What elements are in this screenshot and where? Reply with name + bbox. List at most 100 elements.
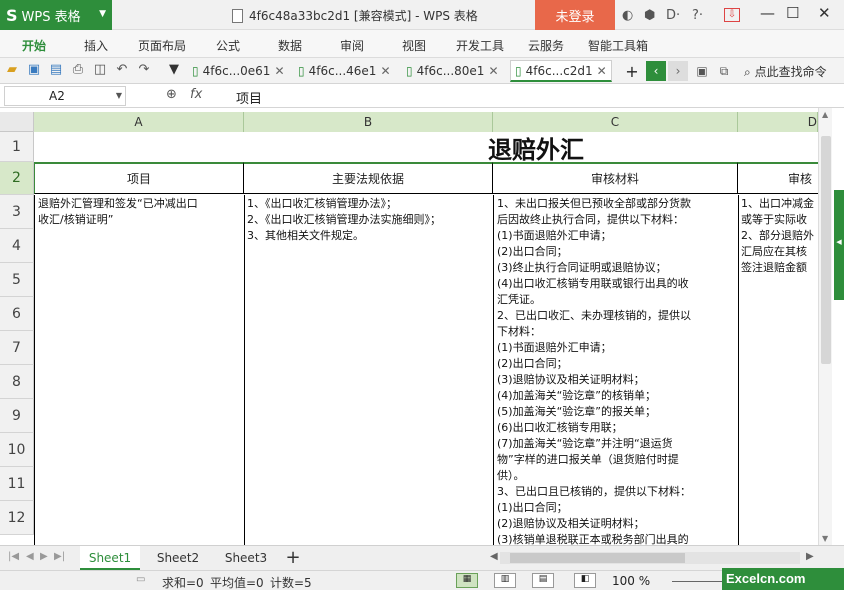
minimize-button[interactable]: — bbox=[760, 4, 775, 22]
row-header[interactable]: 5 bbox=[0, 263, 34, 297]
name-box[interactable]: A2 ▼ bbox=[4, 86, 126, 106]
row-header[interactable]: 11 bbox=[0, 467, 34, 501]
new-tab-icon[interactable]: + bbox=[622, 61, 642, 81]
fx-icon[interactable]: fx bbox=[190, 87, 202, 102]
chevron-left-icon[interactable]: ‹ bbox=[646, 61, 666, 81]
sheet-tab-3[interactable]: Sheet3 bbox=[216, 546, 276, 570]
column-header-b[interactable]: B bbox=[244, 112, 493, 132]
row-header[interactable]: 9 bbox=[0, 399, 34, 433]
close-icon[interactable]: ✕ bbox=[274, 64, 284, 78]
page-break-view-icon[interactable]: ▥ bbox=[494, 573, 516, 588]
scroll-up-icon[interactable]: ▲ bbox=[822, 110, 828, 119]
sheet-tab-2[interactable]: Sheet2 bbox=[148, 546, 208, 570]
cell-a3[interactable]: 退赔外汇管理和签发“已冲减出口 收汇/核销证明” bbox=[38, 196, 242, 256]
download-icon[interactable]: ⇩ bbox=[724, 8, 740, 22]
menu-formula[interactable]: 公式 bbox=[216, 37, 240, 54]
first-sheet-icon[interactable]: |◀ bbox=[8, 551, 19, 562]
column-header-c[interactable]: C bbox=[493, 112, 738, 132]
row-header[interactable]: 10 bbox=[0, 433, 34, 467]
row-header[interactable]: 6 bbox=[0, 297, 34, 331]
cell-d3[interactable]: 1、出口冲减金 或等于实际收 2、部分退赔外 汇局应在其核 签注退赔金额 bbox=[741, 196, 818, 316]
next-sheet-icon[interactable]: ▶ bbox=[40, 551, 48, 562]
row-header[interactable]: 3 bbox=[0, 195, 34, 229]
help-icon[interactable]: ?· bbox=[692, 8, 703, 23]
row-header[interactable]: 12 bbox=[0, 501, 34, 535]
wps-app-button[interactable]: S WPS 表格 ▼ bbox=[0, 0, 112, 30]
column-header-a[interactable]: A bbox=[34, 112, 244, 132]
login-button[interactable]: 未登录 bbox=[535, 0, 615, 30]
print-icon[interactable]: ⎙ bbox=[70, 62, 86, 78]
column-header-d[interactable]: D bbox=[738, 112, 818, 132]
menu-data[interactable]: 数据 bbox=[278, 37, 302, 54]
more-dropdown-icon[interactable]: ▼ bbox=[166, 62, 182, 78]
save-icon[interactable]: ▣ bbox=[26, 62, 42, 78]
chevron-right-icon[interactable]: › bbox=[668, 61, 688, 81]
menu-page-layout[interactable]: 页面布局 bbox=[138, 37, 186, 54]
share-icon[interactable]: D· bbox=[666, 8, 680, 23]
doc-tab-4[interactable]: ▯ 4f6c...c2d1 ✕ bbox=[510, 60, 612, 82]
vertical-scrollbar[interactable]: ▲ ▼ bbox=[818, 108, 832, 545]
menu-home[interactable]: 开始 bbox=[22, 37, 46, 54]
reading-view-icon[interactable]: ◧ bbox=[574, 573, 596, 588]
spreadsheet-grid[interactable]: A B C D 1 2 3 4 5 6 7 8 9 10 11 12 退赔外汇 … bbox=[0, 108, 844, 545]
window-icon[interactable]: ▣ bbox=[692, 61, 712, 81]
select-all-corner[interactable] bbox=[0, 112, 34, 132]
header-cell-material[interactable]: 审核材料 bbox=[493, 162, 738, 194]
command-search[interactable]: ⌕ 点此查找命令 bbox=[744, 63, 827, 80]
cell-c3[interactable]: 1、未出口报关但已预收全部或部分货款 后因故终止执行合同，提供以下材料： (1)… bbox=[497, 196, 736, 545]
close-icon[interactable]: ✕ bbox=[488, 64, 498, 78]
cell-b3[interactable]: 1、《出口收汇核销管理办法》； 2、《出口收汇核销管理办法实施细则》； 3、其他… bbox=[247, 196, 491, 256]
open-folder-icon[interactable]: ▰ bbox=[4, 62, 20, 78]
scroll-right-icon[interactable]: ▶ bbox=[806, 551, 814, 562]
menu-review[interactable]: 审阅 bbox=[340, 37, 364, 54]
cell-border bbox=[738, 195, 739, 545]
sheet-tab-1[interactable]: Sheet1 bbox=[80, 546, 140, 570]
doc-tab-1[interactable]: ▯ 4f6c...0e61 ✕ bbox=[188, 60, 289, 82]
row-header[interactable]: 7 bbox=[0, 331, 34, 365]
add-sheet-button[interactable]: + bbox=[282, 546, 304, 570]
tab-menu-icon[interactable]: ⧉ bbox=[714, 61, 734, 81]
redo-icon[interactable]: ↷ bbox=[136, 62, 152, 78]
menu-smart-tools[interactable]: 智能工具箱 bbox=[588, 37, 648, 54]
export-pdf-icon[interactable]: ▤ bbox=[48, 62, 64, 78]
sheet-title: 退赔外汇 bbox=[488, 135, 584, 164]
undo-icon[interactable]: ↶ bbox=[114, 62, 130, 78]
menu-developer[interactable]: 开发工具 bbox=[456, 37, 504, 54]
horizontal-scrollbar[interactable] bbox=[500, 552, 800, 564]
menu-view[interactable]: 视图 bbox=[402, 37, 426, 54]
print-preview-icon[interactable]: ◫ bbox=[92, 62, 108, 78]
skin-icon[interactable]: ◐ bbox=[622, 8, 633, 23]
watermark-logo: Excelcn.com bbox=[722, 568, 844, 590]
shield-icon[interactable]: ⬢ bbox=[644, 8, 655, 23]
zoom-level[interactable]: 100 % bbox=[612, 574, 650, 588]
last-sheet-icon[interactable]: ▶| bbox=[54, 551, 65, 562]
maximize-button[interactable]: ☐ bbox=[786, 4, 799, 22]
page-layout-view-icon[interactable]: ▤ bbox=[532, 573, 554, 588]
scroll-down-icon[interactable]: ▼ bbox=[822, 534, 828, 543]
prev-sheet-icon[interactable]: ◀ bbox=[26, 551, 34, 562]
menu-cloud[interactable]: 云服务 bbox=[528, 37, 564, 54]
close-icon[interactable]: ✕ bbox=[380, 64, 390, 78]
row-header[interactable]: 8 bbox=[0, 365, 34, 399]
normal-view-icon[interactable]: ▦ bbox=[456, 573, 478, 588]
name-box-value: A2 bbox=[49, 89, 65, 103]
scroll-left-icon[interactable]: ◀ bbox=[490, 551, 498, 562]
row-header[interactable]: 2 bbox=[0, 162, 34, 195]
scroll-thumb[interactable] bbox=[821, 136, 831, 364]
close-icon[interactable]: ✕ bbox=[597, 64, 607, 78]
scroll-thumb[interactable] bbox=[510, 553, 685, 563]
chevron-down-icon[interactable]: ▼ bbox=[116, 87, 122, 105]
header-cell-review[interactable]: 审核 bbox=[738, 162, 818, 194]
row-header[interactable]: 1 bbox=[0, 132, 34, 162]
header-cell-law[interactable]: 主要法规依据 bbox=[244, 162, 493, 194]
row-header[interactable]: 4 bbox=[0, 229, 34, 263]
doc-tab-3[interactable]: ▯ 4f6c...80e1 ✕ bbox=[402, 60, 503, 82]
zoom-icon[interactable]: ⊕ bbox=[166, 87, 177, 102]
menu-insert[interactable]: 插入 bbox=[84, 37, 108, 54]
header-cell-item[interactable]: 项目 bbox=[34, 162, 244, 194]
title-bar: S WPS 表格 ▼ 4f6c48a33bc2d1 [兼容模式] - WPS 表… bbox=[0, 0, 844, 30]
formula-input[interactable]: 项目 bbox=[236, 88, 262, 107]
close-button[interactable]: ✕ bbox=[818, 4, 831, 22]
side-panel-toggle-icon[interactable]: ◀ bbox=[834, 190, 844, 300]
doc-tab-2[interactable]: ▯ 4f6c...46e1 ✕ bbox=[294, 60, 395, 82]
